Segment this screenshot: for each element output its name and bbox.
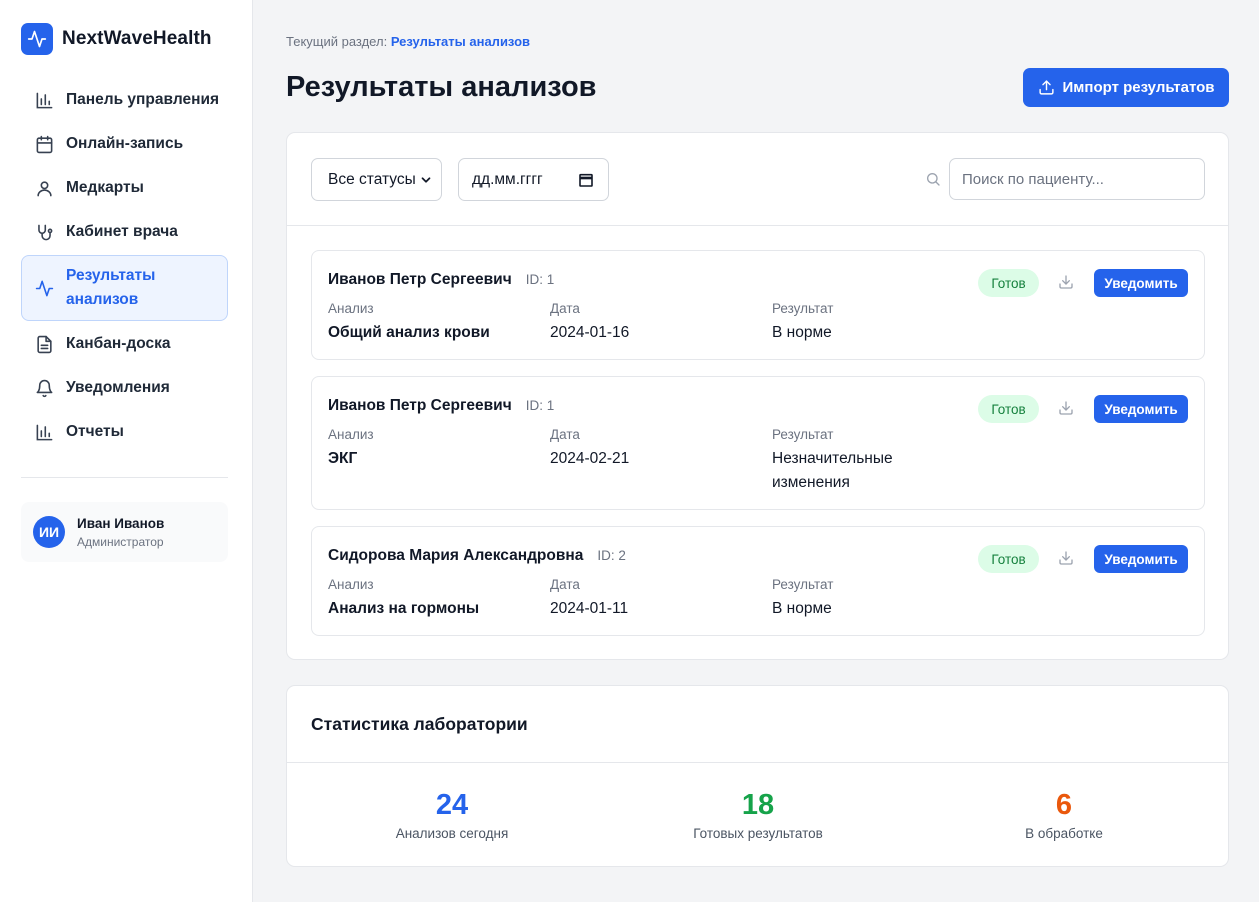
patient-name: Иванов Петр Сергеевич [328,271,512,288]
sidebar-item-label: Кабинет врача [66,223,178,240]
status-badge: Готов [978,395,1039,423]
stethoscope-icon [34,222,54,242]
status-select[interactable]: Все статусы [311,158,442,201]
stat-value: 18 [741,789,775,821]
activity-icon [34,278,54,298]
brand-name: NextWaveHealth [62,28,212,49]
stat-processing: 6 В обработке [914,789,1214,841]
sidebar-item-label: Панель управления [66,91,220,108]
result-label: Результат [772,427,834,442]
date-label: Дата [550,577,580,592]
patient-name: Сидорова Мария Александровна [328,547,584,564]
bell-icon [34,378,54,398]
result-card: Иванов Петр Сергеевич ID: 1 Анализ ЭКГ Да… [311,376,1205,510]
breadcrumb-current[interactable]: Результаты анализов [391,34,530,49]
sidebar-item-label: Канбан-доска [66,335,171,352]
page-title: Результаты анализов [286,71,597,103]
upload-icon [1038,80,1054,95]
notify-button[interactable]: Уведомить [1094,395,1188,423]
result-label: Результат [772,301,834,316]
sidebar-item-label: Медкарты [66,179,144,196]
avatar: ИИ [33,516,65,548]
stats-title: Статистика лаборатории [311,714,528,734]
analysis-label: Анализ [328,577,374,592]
sidebar-item-booking[interactable]: Онлайн-запись [21,122,228,166]
sidebar-item-notifications[interactable]: Уведомления [21,366,228,410]
stat-caption: Анализов сегодня [395,826,509,841]
breadcrumb-prefix: Текущий раздел: [286,34,388,49]
result-label: Результат [772,577,834,592]
search-icon [927,173,940,186]
file-text-icon [34,334,54,354]
sidebar-item-kanban[interactable]: Канбан-доска [21,322,228,366]
user-icon [34,178,54,198]
stat-value: 6 [1055,789,1073,821]
sidebar-item-label: Отчеты [66,423,124,440]
notify-button[interactable]: Уведомить [1094,545,1188,573]
patient-id: ID: 2 [597,548,626,563]
lab-stats-panel: Статистика лаборатории 24 Анализов сегод… [286,685,1229,867]
patient-id: ID: 1 [525,272,555,287]
date-value: 2024-02-21 [550,450,630,467]
result-card: Сидорова Мария Александровна ID: 2 Анализ… [311,526,1205,636]
analysis-label: Анализ [328,301,374,316]
results-panel: Все статусы дд.мм.гггг Иванов Петр Серге… [286,132,1229,660]
stat-ready: 18 Готовых результатов [608,789,908,841]
status-badge: Готов [978,545,1039,573]
activity-icon [21,23,53,55]
date-value: 2024-01-16 [550,324,630,341]
import-results-label: Импорт результатов [1062,79,1215,96]
chevron-down-icon [421,177,431,183]
stats-divider [287,762,1228,763]
result-value: Незначительные изменения [772,450,893,491]
sidebar-item-reports[interactable]: Отчеты [21,410,228,454]
result-value: В норме [772,600,832,617]
sidebar-item-label: Уведомления [66,379,170,396]
analysis-value: Общий анализ крови [328,324,490,341]
notify-button[interactable]: Уведомить [1094,269,1188,297]
sidebar-nav: Панель управления Онлайн-запись Медкарты… [21,78,228,454]
user-role: Администратор [77,534,164,549]
result-card: Иванов Петр Сергеевич ID: 1 Анализ Общий … [311,250,1205,360]
result-value: В норме [772,324,832,341]
status-select-value: Все статусы [328,170,416,188]
date-input[interactable]: дд.мм.гггг [458,158,609,201]
calendar-icon[interactable] [578,172,594,188]
bar-chart-icon [34,90,54,110]
analysis-value: Анализ на гормоны [328,600,480,617]
sidebar-item-results[interactable]: Результаты анализов [21,255,228,321]
patient-id: ID: 1 [525,398,555,413]
sidebar-item-dashboard[interactable]: Панель управления [21,78,228,122]
patient-name: Иванов Петр Сергеевич [328,397,512,414]
patient-search-input[interactable] [949,158,1205,200]
status-badge: Готов [978,269,1039,297]
calendar-icon [34,134,54,154]
date-value: 2024-01-11 [550,600,629,617]
sidebar-item-label: Результаты анализов [66,267,156,308]
analysis-value: ЭКГ [328,450,358,467]
date-input-placeholder: дд.мм.гггг [472,170,543,188]
stat-value: 24 [435,789,469,821]
stat-caption: Готовых результатов [693,826,823,841]
import-results-button[interactable]: Импорт результатов [1023,68,1229,107]
sidebar-item-doctor[interactable]: Кабинет врача [21,210,228,254]
stat-today: 24 Анализов сегодня [302,789,602,841]
analysis-label: Анализ [328,427,374,442]
sidebar: NextWaveHealth Панель управления Онлайн-… [0,0,253,902]
download-icon[interactable] [1058,550,1074,566]
brand[interactable]: NextWaveHealth [21,23,212,55]
bar-chart-icon [34,422,54,442]
download-icon[interactable] [1058,274,1074,290]
user-name: Иван Иванов [77,515,165,531]
breadcrumb: Текущий раздел: Результаты анализов [286,34,530,49]
sidebar-item-label: Онлайн-запись [66,135,184,152]
sidebar-divider [21,477,228,478]
date-label: Дата [550,301,580,316]
filters-bar: Все статусы дд.мм.гггг [287,133,1228,226]
sidebar-item-records[interactable]: Медкарты [21,166,228,210]
download-icon[interactable] [1058,400,1074,416]
date-label: Дата [550,427,580,442]
user-card[interactable]: ИИ Иван Иванов Администратор [21,502,228,562]
stat-caption: В обработке [1025,826,1103,841]
